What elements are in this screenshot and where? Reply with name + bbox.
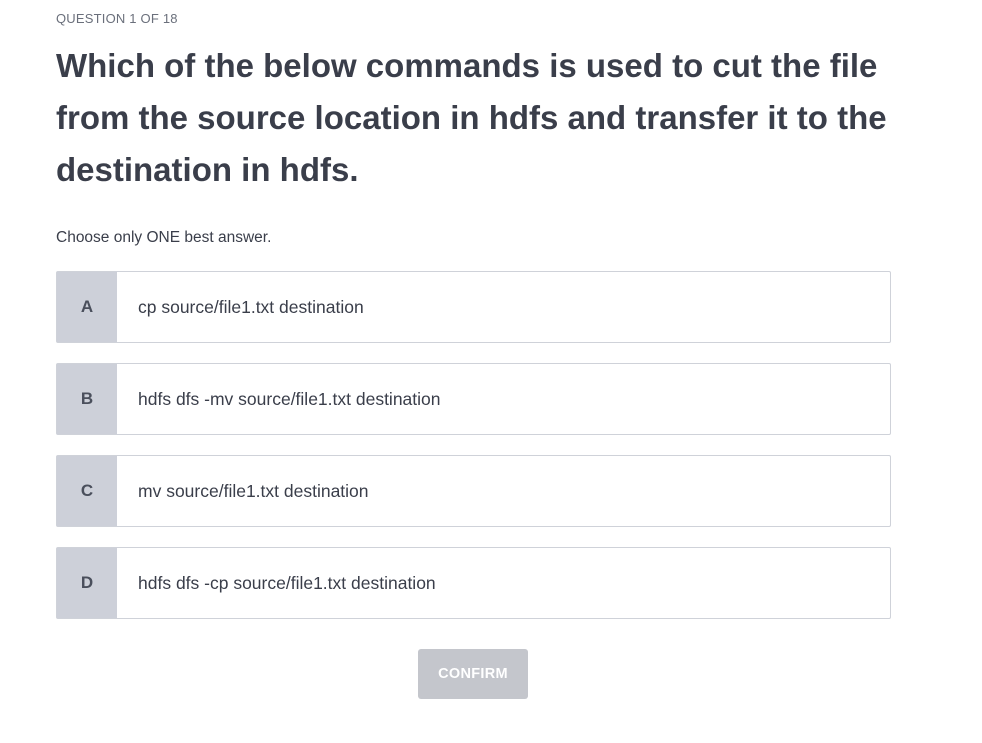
answer-option-b[interactable]: B hdfs dfs -mv source/file1.txt destinat… xyxy=(56,363,891,435)
option-letter-badge: D xyxy=(57,548,117,618)
option-text: cp source/file1.txt destination xyxy=(138,296,364,317)
option-letter-badge: C xyxy=(57,456,117,526)
option-letter-badge: A xyxy=(57,272,117,342)
confirm-button[interactable]: CONFIRM xyxy=(418,649,528,699)
option-letter-badge: B xyxy=(57,364,117,434)
question-text: Which of the below commands is used to c… xyxy=(56,47,887,188)
answer-options: A cp source/file1.txt destination B hdfs… xyxy=(56,271,891,639)
answer-option-d[interactable]: D hdfs dfs -cp source/file1.txt destinat… xyxy=(56,547,891,619)
option-text: hdfs dfs -cp source/file1.txt destinatio… xyxy=(138,572,436,593)
answer-option-a[interactable]: A cp source/file1.txt destination xyxy=(56,271,891,343)
answer-option-c[interactable]: C mv source/file1.txt destination xyxy=(56,455,891,527)
option-text: hdfs dfs -mv source/file1.txt destinatio… xyxy=(138,388,441,409)
answer-instruction: Choose only ONE best answer. xyxy=(56,229,272,246)
question-counter: QUESTION 1 OF 18 xyxy=(56,11,178,26)
option-text: mv source/file1.txt destination xyxy=(138,480,369,501)
